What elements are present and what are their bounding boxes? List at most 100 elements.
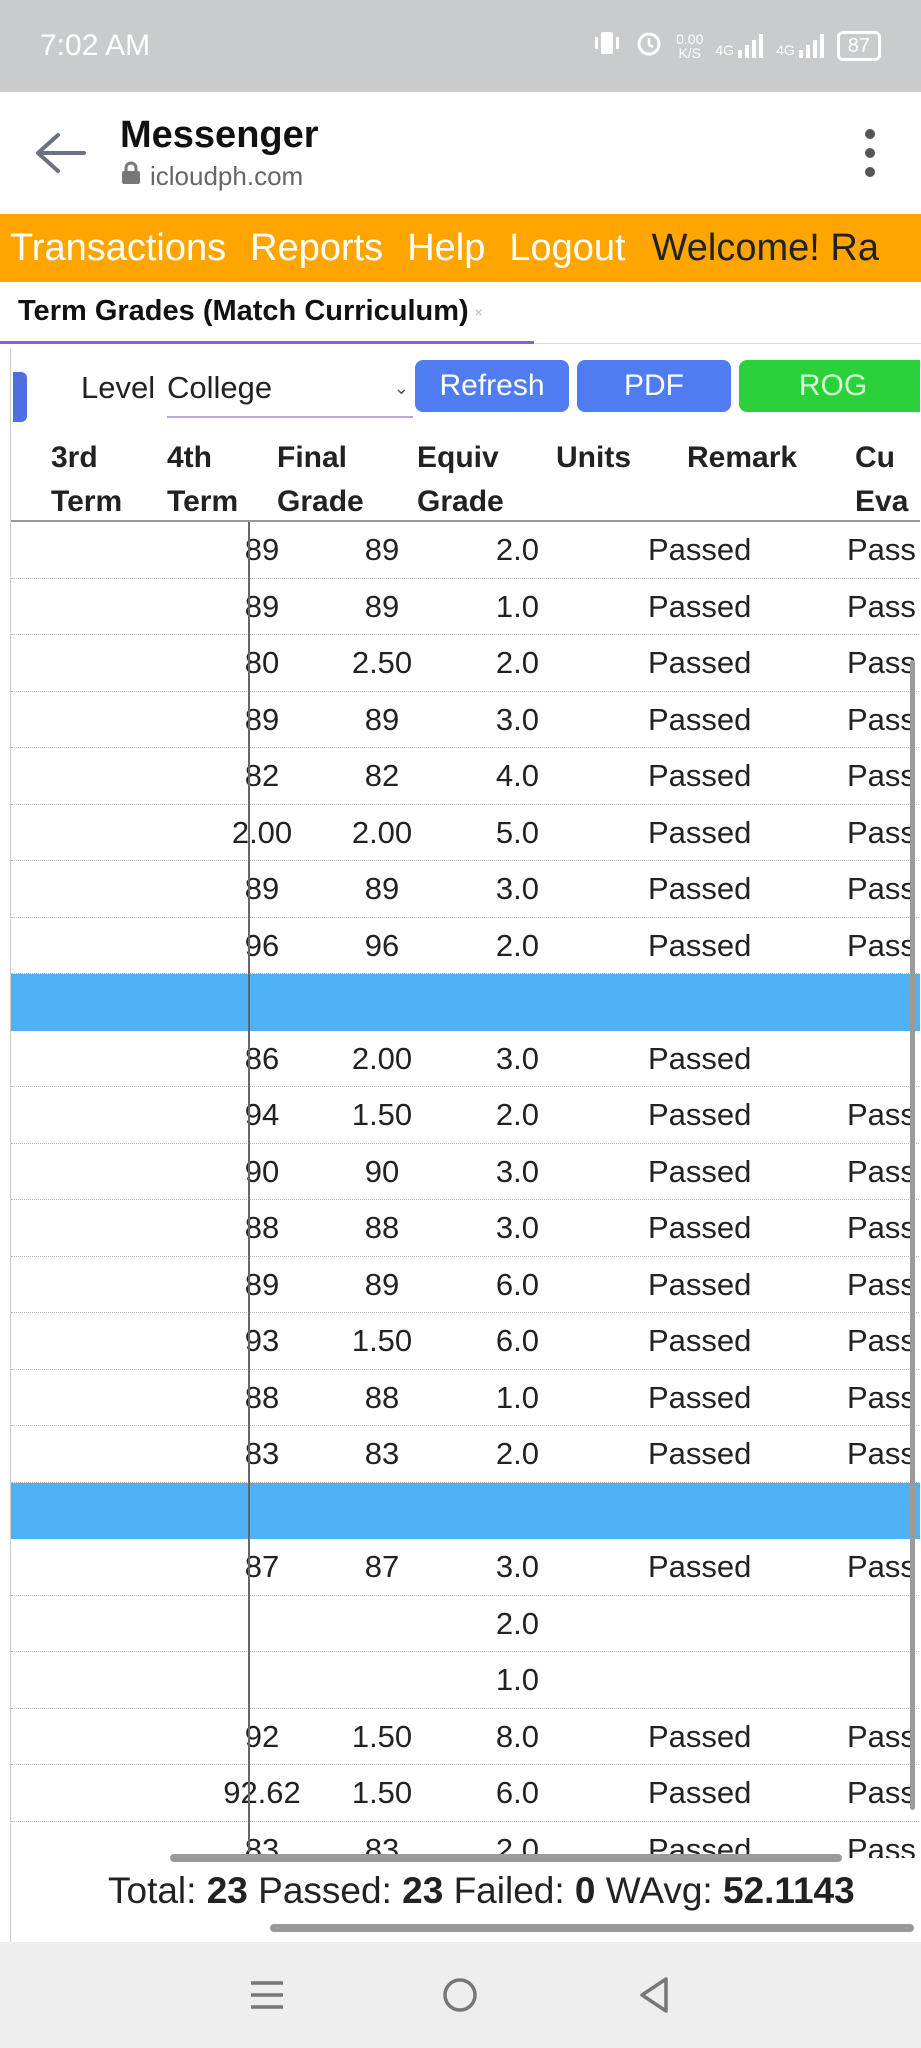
- pdf-button[interactable]: PDF: [577, 360, 731, 412]
- tab-term-grades[interactable]: Term Grades (Match Curriculum) ×: [0, 282, 534, 344]
- alarm-icon: [634, 28, 664, 64]
- wavg-value: 52.1143: [722, 1870, 855, 1911]
- table-horizontal-scrollbar[interactable]: [170, 1854, 842, 1862]
- cell-curriculum-eval: Pass: [847, 814, 916, 850]
- cell-final-grade: 89: [244, 701, 280, 737]
- total-value: 23: [206, 1870, 248, 1911]
- battery-icon: 87: [836, 31, 881, 61]
- col-3rd-term[interactable]: 3rd Term: [51, 436, 122, 524]
- cell-curriculum-eval: Pass: [847, 645, 916, 680]
- back-nav-icon[interactable]: [624, 1965, 684, 2025]
- cell-units: 2.0: [495, 1605, 539, 1641]
- table-row[interactable]: 94 1.50 2.0 Passed Pass: [11, 1087, 920, 1144]
- cell-remark: Passed: [648, 1210, 752, 1245]
- cell-equiv-grade: 1.50: [351, 1718, 413, 1754]
- cell-curriculum-eval: Pass: [847, 1323, 916, 1358]
- refresh-button[interactable]: Refresh: [415, 360, 569, 412]
- cell-curriculum-eval: Pass: [847, 1831, 916, 1859]
- grades-toolbar: Level College ⌄ Refresh PDF ROG: [11, 358, 920, 422]
- cell-equiv-grade: 88: [364, 1379, 400, 1415]
- table-row[interactable]: 96 96 2.0 Passed Pass: [11, 918, 920, 974]
- col-final-grade[interactable]: Final Grade: [277, 436, 364, 524]
- table-row[interactable]: 89 89 3.0 Passed Pass: [11, 861, 920, 918]
- cell-final-grade: 87: [244, 1549, 280, 1584]
- recents-icon[interactable]: [237, 1965, 297, 2025]
- col-remark[interactable]: Remark: [687, 436, 797, 480]
- home-icon[interactable]: [430, 1965, 490, 2025]
- tab-bar: Term Grades (Match Curriculum) ×: [0, 282, 921, 344]
- table-row[interactable]: 90 90 3.0 Passed Pass: [11, 1144, 920, 1200]
- col-4th-term[interactable]: 4th Term: [167, 436, 238, 524]
- back-arrow-icon[interactable]: [0, 92, 120, 214]
- table-row[interactable]: 92 1.50 8.0 Passed Pass: [11, 1709, 920, 1765]
- table-header: 3rd Term 4th Term Final Grade Equiv Grade Un…: [11, 432, 920, 522]
- table-row[interactable]: 93 1.50 6.0 Passed Pass: [11, 1313, 920, 1370]
- nav-help[interactable]: Help: [407, 227, 485, 270]
- cell-final-grade: 88: [244, 1379, 280, 1415]
- col-units[interactable]: Units: [556, 436, 631, 480]
- url-text: icloudph.com: [150, 161, 304, 191]
- table-row[interactable]: 88 88 1.0 Passed Pass: [11, 1370, 920, 1426]
- more-vert-icon[interactable]: [835, 92, 905, 214]
- total-label: Total:: [108, 1870, 197, 1911]
- table-row[interactable]: 89 89 2.0 Passed Pass: [11, 522, 920, 579]
- cell-final-grade: 82: [244, 758, 280, 793]
- table-row[interactable]: 88 88 3.0 Passed Pass: [11, 1200, 920, 1257]
- table-row[interactable]: 92.62 1.50 6.0 Passed Pass: [11, 1765, 920, 1822]
- cell-final-grade: 89: [244, 588, 280, 624]
- cell-equiv-grade: 89: [364, 532, 400, 567]
- table-row[interactable]: 86 2.00 3.0 Passed: [11, 1031, 920, 1087]
- table-row[interactable]: 89 89 1.0 Passed Pass: [11, 579, 920, 635]
- chevron-down-icon: ⌄: [393, 378, 409, 398]
- cell-equiv-grade: 1.50: [351, 1097, 413, 1132]
- cell-units: 1.0: [495, 588, 539, 624]
- section-divider-row: [11, 1482, 920, 1539]
- table-row[interactable]: 82 82 4.0 Passed Pass: [11, 748, 920, 805]
- tab-close-icon[interactable]: ×: [475, 304, 483, 320]
- table-row[interactable]: 83 83 2.0 Passed Pass: [11, 1822, 920, 1859]
- cell-remark: Passed: [648, 1323, 752, 1358]
- status-icons: 0.00 K/S 4G 4G 87: [592, 28, 881, 64]
- cell-final-grade: 86: [244, 1040, 280, 1076]
- section-divider-row: [11, 974, 920, 1031]
- cell-equiv-grade: 96: [364, 927, 400, 963]
- table-row[interactable]: 2.00 2.00 5.0 Passed Pass: [11, 805, 920, 861]
- cell-curriculum-eval: Pass: [847, 1436, 916, 1471]
- failed-label: Failed:: [453, 1870, 565, 1911]
- app-title: Messenger: [120, 114, 319, 156]
- cell-curriculum-eval: Pass: [847, 1718, 916, 1754]
- cell-final-grade: 89: [244, 1266, 280, 1302]
- cell-equiv-grade: 88: [364, 1210, 400, 1245]
- cell-units: 3.0: [495, 1040, 539, 1076]
- level-select[interactable]: College ⌄: [167, 360, 413, 418]
- cell-units: 2.0: [495, 645, 539, 680]
- rog-button[interactable]: ROG: [739, 360, 920, 412]
- wavg-label: WAvg:: [605, 1870, 713, 1911]
- cell-remark: Passed: [648, 1718, 752, 1754]
- table-row[interactable]: 89 89 6.0 Passed Pass: [11, 1257, 920, 1313]
- col-equiv-grade[interactable]: Equiv Grade: [417, 436, 504, 524]
- cell-curriculum-eval: Pass: [847, 758, 916, 793]
- cell-curriculum-eval: Pass: [847, 1210, 916, 1245]
- side-drawer-handle[interactable]: [13, 372, 27, 422]
- passed-label: Passed:: [258, 1870, 392, 1911]
- cell-equiv-grade: 87: [364, 1549, 400, 1584]
- cell-equiv-grade: 1.50: [351, 1323, 413, 1358]
- table-row[interactable]: 83 83 2.0 Passed Pass: [11, 1426, 920, 1483]
- cell-curriculum-eval: Pass: [847, 532, 916, 567]
- nav-transactions[interactable]: Transactions: [10, 227, 226, 270]
- table-row[interactable]: 2.0: [11, 1596, 920, 1652]
- cell-curriculum-eval: Pass: [847, 1153, 916, 1189]
- cell-units: 3.0: [495, 871, 539, 906]
- table-row[interactable]: 1.0: [11, 1652, 920, 1709]
- page-horizontal-scrollbar[interactable]: [270, 1924, 914, 1932]
- col-curriculum-eval[interactable]: Cu Eva: [855, 436, 908, 524]
- table-row[interactable]: 89 89 3.0 Passed Pass: [11, 692, 920, 748]
- nav-logout[interactable]: Logout: [509, 227, 625, 270]
- nav-reports[interactable]: Reports: [250, 227, 383, 270]
- cell-units: 4.0: [495, 758, 539, 793]
- table-row[interactable]: 80 2.50 2.0 Passed Pass: [11, 635, 920, 692]
- cell-remark: Passed: [648, 701, 752, 737]
- vertical-scrollbar[interactable]: [910, 660, 915, 1810]
- table-row[interactable]: 87 87 3.0 Passed Pass: [11, 1539, 920, 1596]
